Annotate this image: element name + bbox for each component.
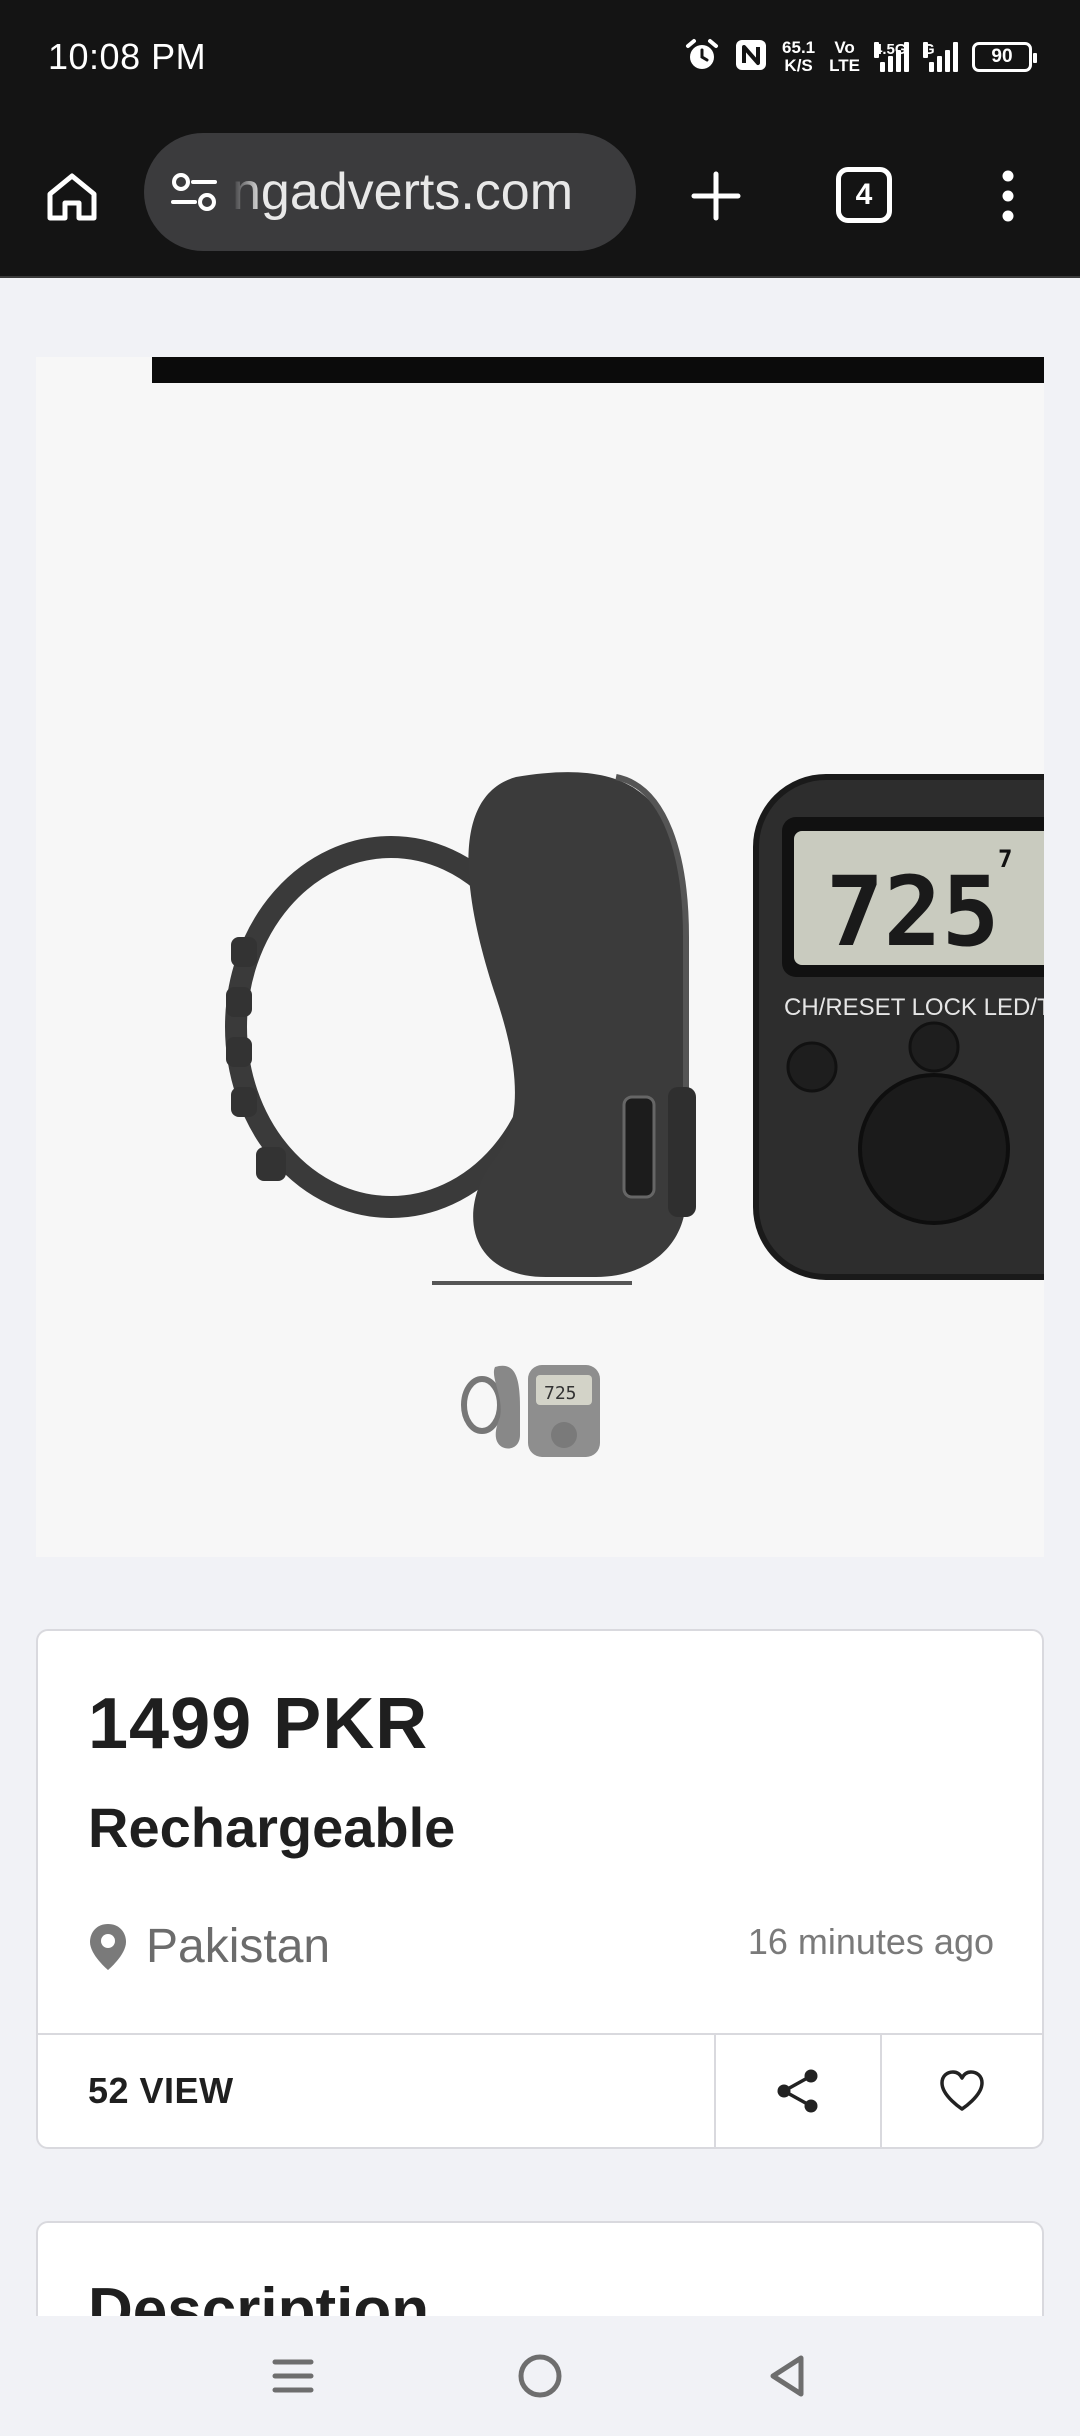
listing-price: 1499 PKR bbox=[88, 1684, 429, 1764]
url-bar[interactable]: ngadverts.com bbox=[144, 133, 636, 251]
system-nav-bar bbox=[0, 2316, 1080, 2436]
signal-icon-sim2: G bbox=[923, 42, 958, 72]
location-pin-icon bbox=[90, 1923, 126, 1970]
counter-button-labels: CH/RESET LOCK LED/T bbox=[784, 994, 1044, 1021]
home-button[interactable] bbox=[36, 160, 108, 232]
signal-icon: 4.5G bbox=[874, 42, 909, 72]
view-count: 52 VIEW bbox=[88, 2070, 234, 2111]
site-settings-icon bbox=[171, 173, 217, 211]
share-icon bbox=[777, 2069, 818, 2113]
listing-title: Rechargeable bbox=[88, 1796, 456, 1859]
status-bar: 10:08 PM 65.1 K/S Vo LTE 4.5G G 90 bbox=[0, 0, 1080, 118]
share-button[interactable] bbox=[714, 2035, 880, 2147]
lcd-channel: 7 bbox=[998, 845, 1012, 873]
back-triangle-icon bbox=[770, 2355, 804, 2397]
network-speed: 65.1 K/S bbox=[782, 39, 815, 75]
carousel-indicator bbox=[432, 1281, 632, 1285]
home-icon bbox=[47, 173, 97, 221]
listing-actions: 52 VIEW bbox=[38, 2033, 1042, 2147]
status-time: 10:08 PM bbox=[48, 36, 207, 77]
circle-home-icon bbox=[518, 2354, 562, 2398]
network-type-2: G bbox=[923, 41, 935, 58]
product-image-carousel[interactable]: 7 725 CH/RESET LOCK LED/T 725 bbox=[36, 357, 1044, 1557]
url-text[interactable]: ngadverts.com bbox=[232, 162, 573, 222]
speed-unit: K/S bbox=[784, 56, 813, 75]
battery-level: 90 bbox=[991, 46, 1013, 67]
location-text: Pakistan bbox=[146, 1920, 331, 1973]
lcd-count: 725 bbox=[826, 856, 999, 968]
image-top-bar bbox=[152, 357, 1044, 383]
status-icons: 65.1 K/S Vo LTE 4.5G G 90 bbox=[684, 32, 1037, 82]
product-thumbnail[interactable]: 725 bbox=[440, 1347, 600, 1457]
home-nav-button[interactable] bbox=[500, 2336, 580, 2416]
new-tab-icon bbox=[691, 171, 741, 221]
back-button[interactable] bbox=[747, 2336, 827, 2416]
posted-time: 16 minutes ago bbox=[747, 1921, 994, 1962]
listing-location: Pakistan bbox=[88, 1919, 330, 1974]
tab-switcher-button[interactable]: 4 bbox=[836, 167, 892, 223]
alarm-icon bbox=[684, 37, 720, 78]
browser-toolbar: ngadverts.com 4 bbox=[0, 118, 1080, 278]
recent-apps-button[interactable] bbox=[253, 2336, 333, 2416]
volte-bottom: LTE bbox=[829, 56, 860, 75]
listing-info-card: 1499 PKR Rechargeable Pakistan 16 minute… bbox=[36, 1629, 1044, 2149]
network-type: 4.5G bbox=[874, 41, 907, 58]
new-tab-button[interactable] bbox=[680, 160, 752, 232]
more-menu-icon bbox=[1002, 170, 1014, 222]
heart-icon bbox=[940, 2070, 984, 2111]
speed-value: 65.1 bbox=[782, 38, 816, 57]
ring-counter-front-image: 7 725 CH/RESET LOCK LED/T bbox=[753, 774, 1044, 1280]
site-settings-button[interactable] bbox=[166, 164, 222, 220]
more-menu-button[interactable] bbox=[984, 160, 1032, 232]
battery-icon: 90 bbox=[972, 42, 1037, 72]
volte-top: Vo bbox=[834, 38, 855, 57]
thumbnail-lcd: 725 bbox=[544, 1383, 577, 1404]
menu-icon bbox=[272, 2359, 314, 2393]
favorite-button[interactable] bbox=[880, 2035, 1042, 2147]
ring-counter-side-image bbox=[225, 772, 696, 1277]
nfc-icon bbox=[734, 38, 768, 77]
volte-indicator: Vo LTE bbox=[829, 39, 860, 75]
